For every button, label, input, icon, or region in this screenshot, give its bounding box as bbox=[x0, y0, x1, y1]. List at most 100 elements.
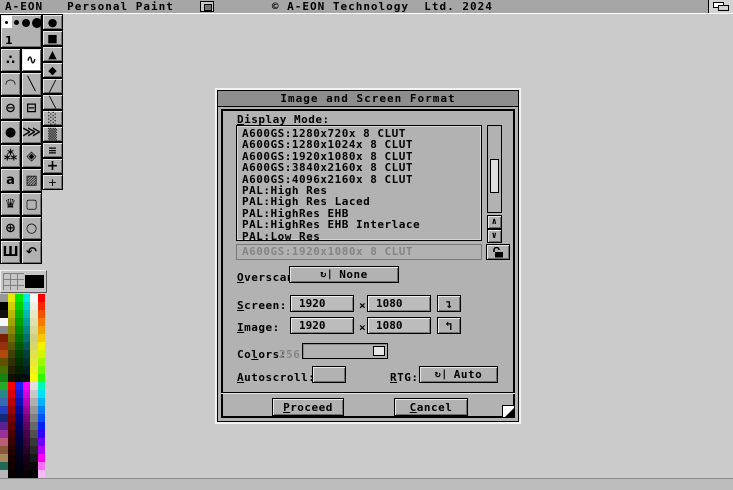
palette-swatch[interactable] bbox=[38, 310, 46, 318]
palette-swatch[interactable] bbox=[30, 446, 38, 454]
rtg-cycle-gadget[interactable]: ↻| Auto bbox=[419, 366, 498, 383]
background-color-swatch[interactable] bbox=[3, 273, 24, 290]
palette-swatch[interactable] bbox=[15, 358, 23, 366]
palette-swatch[interactable] bbox=[0, 302, 8, 310]
palette-swatch[interactable] bbox=[23, 406, 31, 414]
palette-swatch[interactable] bbox=[38, 350, 46, 358]
palette-swatch[interactable] bbox=[30, 350, 38, 358]
palette-swatch[interactable] bbox=[15, 438, 23, 446]
tool-rectangle-icon[interactable]: ⊟ bbox=[21, 96, 42, 120]
tool-filled-triangle-icon[interactable]: ▲ bbox=[42, 46, 63, 62]
tool-diag-line-up-icon[interactable]: ╱ bbox=[42, 78, 63, 94]
palette-swatch[interactable] bbox=[38, 294, 46, 302]
tool-magnify-icon[interactable]: ⊕ bbox=[0, 216, 21, 240]
tool-text[interactable]: a bbox=[0, 168, 21, 192]
palette-swatch[interactable] bbox=[8, 318, 16, 326]
palette-swatch[interactable] bbox=[8, 390, 16, 398]
brush-dot-2[interactable] bbox=[14, 20, 19, 25]
palette-swatch[interactable] bbox=[0, 350, 8, 358]
screen-depth-gadget[interactable] bbox=[708, 0, 733, 13]
mode-item[interactable]: PAL:Low Res bbox=[242, 231, 481, 241]
menu-a-eon[interactable]: A-EON bbox=[5, 0, 43, 13]
palette-swatch[interactable] bbox=[15, 398, 23, 406]
palette-swatch[interactable] bbox=[15, 406, 23, 414]
resize-gadget[interactable] bbox=[502, 405, 515, 418]
palette-swatch[interactable] bbox=[8, 454, 16, 462]
brush-dot-1[interactable] bbox=[5, 21, 8, 24]
palette-swatch[interactable] bbox=[23, 422, 31, 430]
palette-swatch[interactable] bbox=[38, 398, 46, 406]
palette-swatch[interactable] bbox=[8, 334, 16, 342]
palette-swatch[interactable] bbox=[30, 294, 38, 302]
palette-swatch[interactable] bbox=[23, 350, 31, 358]
palette-swatch[interactable] bbox=[0, 358, 8, 366]
palette-swatch[interactable] bbox=[23, 334, 31, 342]
cancel-button[interactable]: Cancel bbox=[394, 398, 468, 416]
palette-swatch[interactable] bbox=[0, 398, 8, 406]
palette-swatch[interactable] bbox=[15, 310, 23, 318]
palette-swatch[interactable] bbox=[23, 462, 31, 470]
proceed-button[interactable]: Proceed bbox=[272, 398, 344, 416]
tool-line-icon[interactable]: ╲ bbox=[21, 72, 42, 96]
palette-swatch[interactable] bbox=[8, 438, 16, 446]
palette-swatch[interactable] bbox=[0, 334, 8, 342]
palette-swatch[interactable] bbox=[8, 366, 16, 374]
tool-dotted-freehand-icon[interactable]: ∴ bbox=[0, 48, 21, 72]
palette-swatch[interactable] bbox=[0, 470, 8, 478]
palette-swatch[interactable] bbox=[30, 470, 38, 478]
palette-swatch[interactable] bbox=[30, 454, 38, 462]
copy-screen-to-image-button[interactable]: ↴ bbox=[437, 295, 461, 312]
palette-swatch[interactable] bbox=[30, 398, 38, 406]
palette-swatch[interactable] bbox=[0, 422, 8, 430]
palette-swatch[interactable] bbox=[0, 390, 8, 398]
palette-swatch[interactable] bbox=[15, 326, 23, 334]
palette-swatch[interactable] bbox=[30, 462, 38, 470]
palette-swatch[interactable] bbox=[15, 302, 23, 310]
image-width-field[interactable]: 1920 bbox=[290, 317, 354, 334]
lock-button[interactable] bbox=[486, 244, 510, 260]
tool-fill-icon[interactable]: ◈ bbox=[21, 144, 42, 168]
palette-swatch[interactable] bbox=[38, 414, 46, 422]
tool-polygon-icon[interactable]: ⋙ bbox=[21, 120, 42, 144]
palette-swatch[interactable] bbox=[38, 374, 46, 382]
palette-swatch[interactable] bbox=[38, 470, 46, 478]
tool-filled-ellipse-icon[interactable]: ● bbox=[0, 120, 21, 144]
palette-swatch[interactable] bbox=[30, 430, 38, 438]
tool-brush-sizes[interactable]: 1 bbox=[0, 14, 42, 48]
palette-swatch[interactable] bbox=[30, 366, 38, 374]
screen-width-field[interactable]: 1920 bbox=[290, 295, 354, 312]
palette-swatch[interactable] bbox=[38, 382, 46, 390]
palette-swatch[interactable] bbox=[30, 374, 38, 382]
palette-swatch[interactable] bbox=[38, 462, 46, 470]
palette-swatch[interactable] bbox=[38, 326, 46, 334]
palette-swatch[interactable] bbox=[30, 334, 38, 342]
palette-swatch[interactable] bbox=[23, 470, 31, 478]
palette-swatch[interactable] bbox=[0, 406, 8, 414]
mode-item[interactable]: PAL:HighRes EHB Interlace bbox=[242, 219, 481, 230]
tool-undo-icon[interactable]: ↶ bbox=[21, 240, 42, 264]
palette-swatch[interactable] bbox=[15, 374, 23, 382]
palette-swatch[interactable] bbox=[15, 414, 23, 422]
palette-swatch[interactable] bbox=[8, 446, 16, 454]
palette-swatch[interactable] bbox=[23, 382, 31, 390]
palette-swatch[interactable] bbox=[23, 326, 31, 334]
palette-swatch[interactable] bbox=[8, 294, 16, 302]
tool-zoom-icon[interactable]: ○ bbox=[21, 216, 42, 240]
palette-swatch[interactable] bbox=[15, 350, 23, 358]
tool-cross-thin-icon[interactable]: + bbox=[42, 174, 63, 190]
palette-swatch[interactable] bbox=[30, 302, 38, 310]
palette-swatch[interactable] bbox=[38, 446, 46, 454]
palette-swatch[interactable] bbox=[8, 382, 16, 390]
overscan-cycle-gadget[interactable]: ↻| None bbox=[289, 266, 399, 283]
palette-swatch[interactable] bbox=[0, 342, 8, 350]
palette-swatch[interactable] bbox=[23, 342, 31, 350]
autoscroll-checkbox[interactable] bbox=[312, 366, 346, 383]
palette-swatch[interactable] bbox=[15, 390, 23, 398]
palette-swatch[interactable] bbox=[0, 374, 8, 382]
palette-swatch[interactable] bbox=[38, 438, 46, 446]
tool-color-replace-icon[interactable]: ♛ bbox=[0, 192, 21, 216]
palette-swatch[interactable] bbox=[8, 358, 16, 366]
palette-swatch[interactable] bbox=[8, 374, 16, 382]
palette-swatch[interactable] bbox=[30, 310, 38, 318]
palette-swatch[interactable] bbox=[38, 334, 46, 342]
